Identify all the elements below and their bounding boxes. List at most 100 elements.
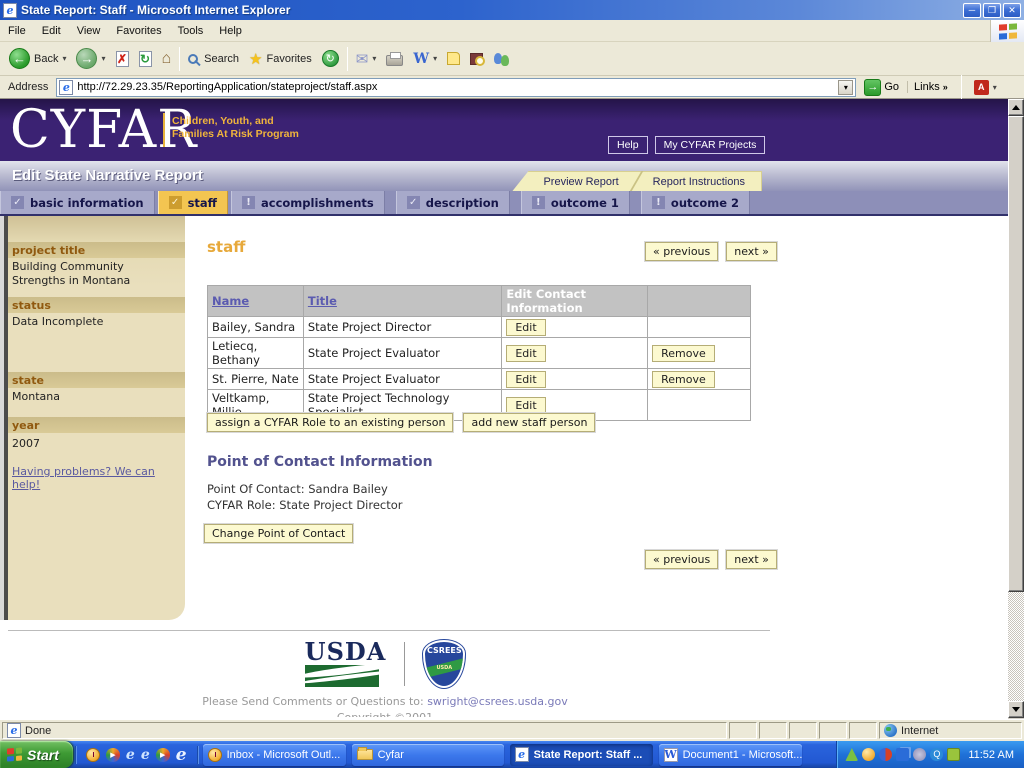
tagline-line1: Children, Youth, and [172,115,274,127]
mail-dropdown-icon[interactable]: ▾ [372,54,376,63]
go-button[interactable]: → Go [860,79,903,96]
sort-by-name-link[interactable]: Name [212,294,249,308]
sort-by-title-link[interactable]: Title [308,294,337,308]
menu-view[interactable]: View [69,22,109,40]
previous-button-bottom[interactable]: « previous [645,550,718,569]
tab-staff[interactable]: ✓ staff [158,191,228,214]
tray-display-icon[interactable] [947,748,960,761]
ie-quicklaunch-icon[interactable]: e [141,748,150,762]
pdf-dropdown-icon[interactable]: ▾ [993,83,997,92]
help-button[interactable]: Help [608,136,648,154]
statusbar-pane [729,722,757,739]
tray-safely-remove-icon[interactable] [845,748,858,761]
address-url[interactable]: http://72.29.23.35/ReportingApplication/… [77,81,834,93]
previous-button-top[interactable]: « previous [645,242,718,261]
task-label: Cyfar [378,749,404,761]
back-button[interactable]: ← Back ▾ [4,46,71,71]
tray-sync-icon[interactable] [879,748,892,761]
scrollbar-thumb[interactable] [1008,116,1024,592]
forward-dropdown-icon[interactable]: ▾ [101,54,105,63]
address-dropdown-button[interactable]: ▾ [838,80,853,95]
outlook-quicklaunch-icon[interactable] [86,748,100,762]
task-word-document[interactable]: W Document1 - Microsoft... [659,744,802,766]
discuss-button[interactable] [442,50,465,67]
tab-outcome-1[interactable]: ! outcome 1 [521,191,630,214]
mail-button[interactable]: ✉ ▾ [351,48,382,70]
player-quicklaunch-icon[interactable]: ▶ [156,748,170,762]
edit-button[interactable]: Edit [506,397,545,414]
internet-explorer-quicklaunch-icon[interactable]: e [176,748,187,762]
vertical-scrollbar[interactable] [1008,99,1024,719]
search-button[interactable]: Search [183,51,244,67]
tray-quicktime-icon[interactable]: Q [930,748,943,761]
poc-role: CYFAR Role: State Project Director [207,498,403,512]
edit-button[interactable]: Edit [506,345,545,362]
status-value: Data Incomplete [12,315,179,329]
cyfar-tagline: Children, Youth, and Families At Risk Pr… [172,115,299,141]
edit-with-word-button[interactable]: W ▾ [408,49,442,69]
back-dropdown-icon[interactable]: ▾ [62,54,66,63]
help-problems-link[interactable]: Having problems? We can help! [12,465,185,491]
restore-button[interactable]: ❐ [983,3,1001,18]
next-button-top[interactable]: next » [726,242,777,261]
assign-role-button[interactable]: assign a CYFAR Role to an existing perso… [207,413,453,432]
menu-file[interactable]: File [0,22,34,40]
remove-button[interactable]: Remove [652,371,715,388]
status-label: status [8,297,185,313]
menu-edit[interactable]: Edit [34,22,69,40]
tab-description[interactable]: ✓ description [396,191,510,214]
links-button[interactable]: Links » [907,81,954,93]
scroll-up-button[interactable] [1008,99,1024,116]
preview-report-tab[interactable]: Preview Report [527,176,634,188]
forward-button[interactable]: → ▾ [71,46,110,71]
scroll-down-button[interactable] [1008,701,1024,718]
remove-button[interactable]: Remove [652,345,715,362]
edit-button[interactable]: Edit [506,371,545,388]
tab-accomplishments[interactable]: ! accomplishments [231,191,385,214]
favorites-button[interactable]: ★ Favorites [244,48,317,70]
report-instructions-tab[interactable]: Report Instructions [637,176,761,188]
ie-mail-quicklaunch-icon[interactable]: e [126,748,135,762]
next-button-bottom[interactable]: next » [726,550,777,569]
title-bar: e State Report: Staff - Microsoft Intern… [0,0,1024,20]
change-poc-button[interactable]: Change Point of Contact [204,524,353,543]
quicklaunch-separator [75,746,76,764]
menu-favorites[interactable]: Favorites [108,22,169,40]
messenger-button[interactable] [488,49,515,68]
print-button[interactable] [381,49,408,68]
tray-network-icon[interactable] [896,748,909,761]
home-button[interactable]: ⌂ [157,48,177,70]
csrees-logo: CSREES USDA [423,640,465,688]
adobe-pdf-button[interactable]: A ▾ [969,78,1002,97]
word-dropdown-icon[interactable]: ▾ [433,54,437,63]
tab-outcome-2[interactable]: ! outcome 2 [641,191,750,214]
tray-outlook-icon[interactable] [862,748,875,761]
word-icon: W [413,51,429,67]
menu-tools[interactable]: Tools [170,22,212,40]
my-cyfar-projects-button[interactable]: My CYFAR Projects [655,136,766,154]
tray-volume-icon[interactable] [913,748,926,761]
up-arrow-icon [1012,105,1020,110]
history-button[interactable]: ↻ [317,48,344,69]
menu-help[interactable]: Help [211,22,250,40]
minimize-button[interactable]: ─ [963,3,981,18]
add-staff-button[interactable]: add new staff person [463,413,595,432]
stop-button[interactable]: ✗ [111,49,134,69]
task-inbox-outlook[interactable]: Inbox - Microsoft Outl... [203,744,346,766]
windows-flag-icon [7,747,22,761]
page-title: Edit State Narrative Report [12,167,203,184]
start-button[interactable]: Start [0,741,73,768]
comments-email-link[interactable]: swright@csrees.usda.gov [427,695,568,708]
mail-icon: ✉ [356,50,369,68]
edit-button[interactable]: Edit [506,319,545,336]
address-input[interactable]: e http://72.29.23.35/ReportingApplicatio… [56,78,856,97]
task-state-report[interactable]: e State Report: Staff ... [510,744,653,766]
tab-basic-information[interactable]: ✓ basic information [0,191,155,214]
research-button[interactable] [465,51,488,67]
go-label: Go [884,81,899,93]
footer-comments: Please Send Comments or Questions to: sw… [0,695,770,708]
refresh-button[interactable]: ↻ [134,49,157,69]
media-quicklaunch-icon[interactable]: ▶ [106,748,120,762]
close-button[interactable]: ✕ [1003,3,1021,18]
task-cyfar-folder[interactable]: Cyfar [352,744,504,766]
